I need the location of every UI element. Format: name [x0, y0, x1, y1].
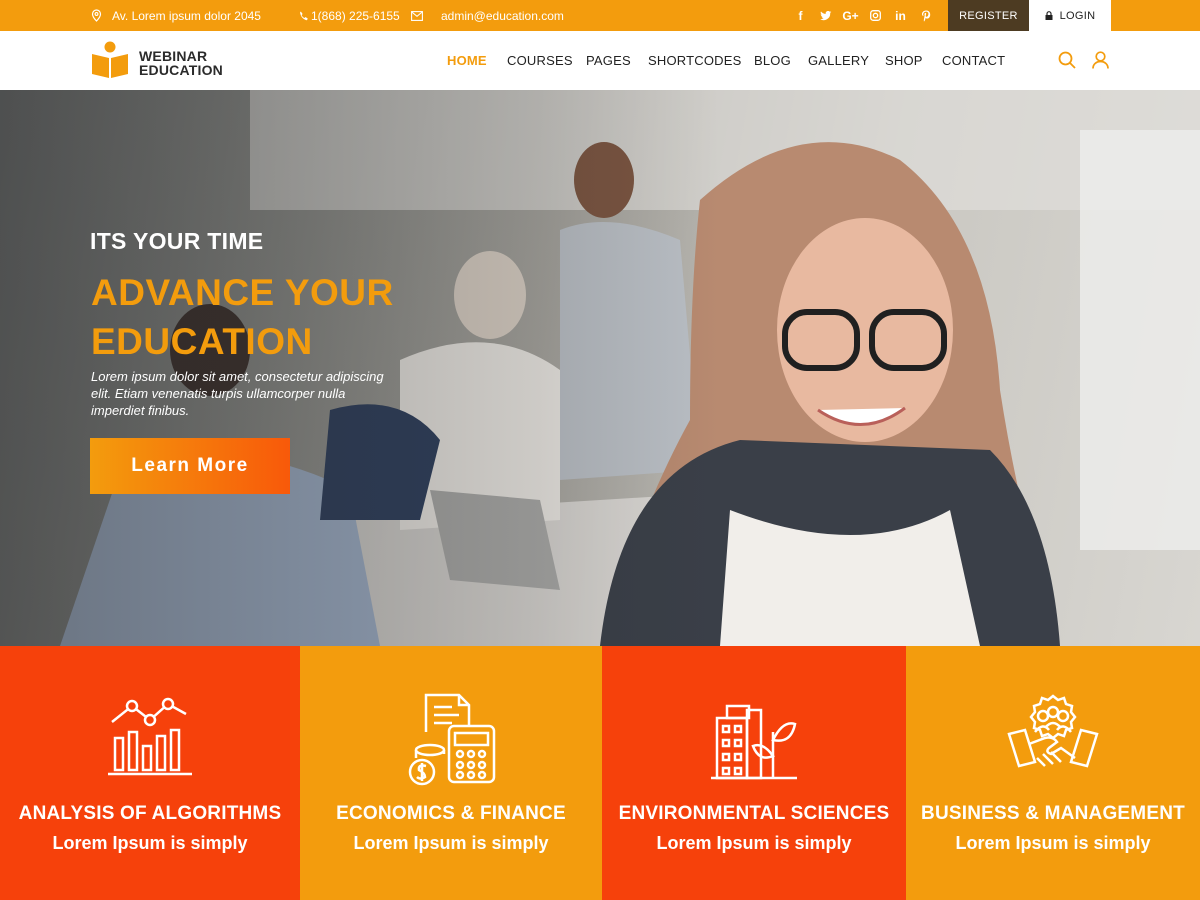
feature-boxes: ANALYSIS OF ALGORITHMS Lorem Ipsum is si…: [0, 646, 1200, 900]
logo-text: WEBINAR EDUCATION: [139, 49, 223, 77]
feature-subtitle: Lorem Ipsum is simply: [52, 833, 248, 853]
feature-subtitle: Lorem Ipsum is simply: [656, 833, 852, 853]
phone-text[interactable]: 1(868) 225-6155: [311, 9, 400, 23]
nav-blog[interactable]: BLOG: [754, 53, 791, 68]
lock-icon: [1045, 11, 1053, 20]
login-button[interactable]: LOGIN: [1029, 0, 1111, 31]
main-header: WEBINAR EDUCATION HOME COURSES PAGES SHO…: [0, 31, 1200, 90]
learn-more-label: Learn More: [131, 455, 249, 476]
site-logo[interactable]: WEBINAR EDUCATION: [91, 41, 223, 84]
feature-card-algorithms[interactable]: ANALYSIS OF ALGORITHMS Lorem Ipsum is si…: [0, 646, 300, 900]
calculator-coins-icon: [408, 693, 496, 786]
twitter-icon[interactable]: [813, 10, 838, 21]
hero-banner: ITS YOUR TIME ADVANCE YOUR EDUCATION Lor…: [0, 90, 1200, 646]
feature-card-environmental[interactable]: ENVIRONMENTAL SCIENCES Lorem Ipsum is si…: [602, 646, 906, 900]
register-button[interactable]: REGISTER: [948, 0, 1029, 31]
nav-home[interactable]: HOME: [447, 53, 487, 68]
nav-contact[interactable]: CONTACT: [942, 53, 1005, 68]
phone-item[interactable]: 1(868) 225-6155: [299, 0, 400, 31]
map-pin-icon: [91, 9, 102, 22]
search-icon[interactable]: [1058, 51, 1076, 74]
logo-line-1: WEBINAR: [139, 47, 208, 64]
linkedin-icon[interactable]: in: [888, 9, 913, 23]
nav-gallery[interactable]: GALLERY: [808, 53, 869, 68]
google-plus-icon[interactable]: G+: [838, 9, 863, 23]
instagram-icon[interactable]: [863, 10, 888, 21]
analytics-chart-icon: [108, 697, 192, 776]
nav-courses[interactable]: COURSES: [507, 53, 573, 68]
feature-title: ANALYSIS OF ALGORITHMS: [18, 803, 282, 824]
feature-title: ECONOMICS & FINANCE: [336, 803, 566, 824]
register-label: REGISTER: [959, 9, 1018, 22]
learn-more-button[interactable]: Learn More: [90, 438, 290, 494]
handshake-team-icon: [1007, 694, 1099, 768]
email-text[interactable]: admin@education.com: [441, 9, 564, 23]
hero-kicker: ITS YOUR TIME: [90, 228, 264, 254]
hero-description: Lorem ipsum dolor sit amet, consectetur …: [91, 369, 384, 418]
social-links: f G+ in: [788, 0, 938, 31]
nav-pages[interactable]: PAGES: [586, 53, 631, 68]
user-icon[interactable]: [1092, 51, 1109, 74]
envelope-icon: [411, 10, 423, 21]
feature-title: ENVIRONMENTAL SCIENCES: [618, 803, 890, 824]
phone-icon: [299, 11, 309, 21]
hero-title: ADVANCE YOUR EDUCATION: [91, 272, 394, 362]
feature-card-business[interactable]: BUSINESS & MANAGEMENT Lorem Ipsum is sim…: [906, 646, 1200, 900]
feature-subtitle: Lorem Ipsum is simply: [353, 833, 549, 853]
top-info-bar: Av. Lorem ipsum dolor 2045 1(868) 225-61…: [0, 0, 1200, 31]
email-item[interactable]: admin@education.com: [411, 0, 564, 31]
feature-title: BUSINESS & MANAGEMENT: [921, 803, 1185, 824]
feature-subtitle: Lorem Ipsum is simply: [955, 833, 1151, 853]
address-text: Av. Lorem ipsum dolor 2045: [112, 8, 261, 23]
nav-shortcodes[interactable]: SHORTCODES: [648, 53, 742, 68]
address-item: Av. Lorem ipsum dolor 2045: [91, 0, 261, 31]
nav-shop[interactable]: SHOP: [885, 53, 923, 68]
book-reader-logo-icon: [91, 41, 129, 84]
login-label: LOGIN: [1059, 9, 1096, 22]
building-plant-icon: [711, 704, 797, 780]
feature-card-economics[interactable]: ECONOMICS & FINANCE Lorem Ipsum is simpl…: [300, 646, 602, 900]
pinterest-icon[interactable]: [913, 10, 938, 22]
logo-line-2: EDUCATION: [139, 61, 223, 78]
facebook-icon[interactable]: f: [788, 9, 813, 23]
